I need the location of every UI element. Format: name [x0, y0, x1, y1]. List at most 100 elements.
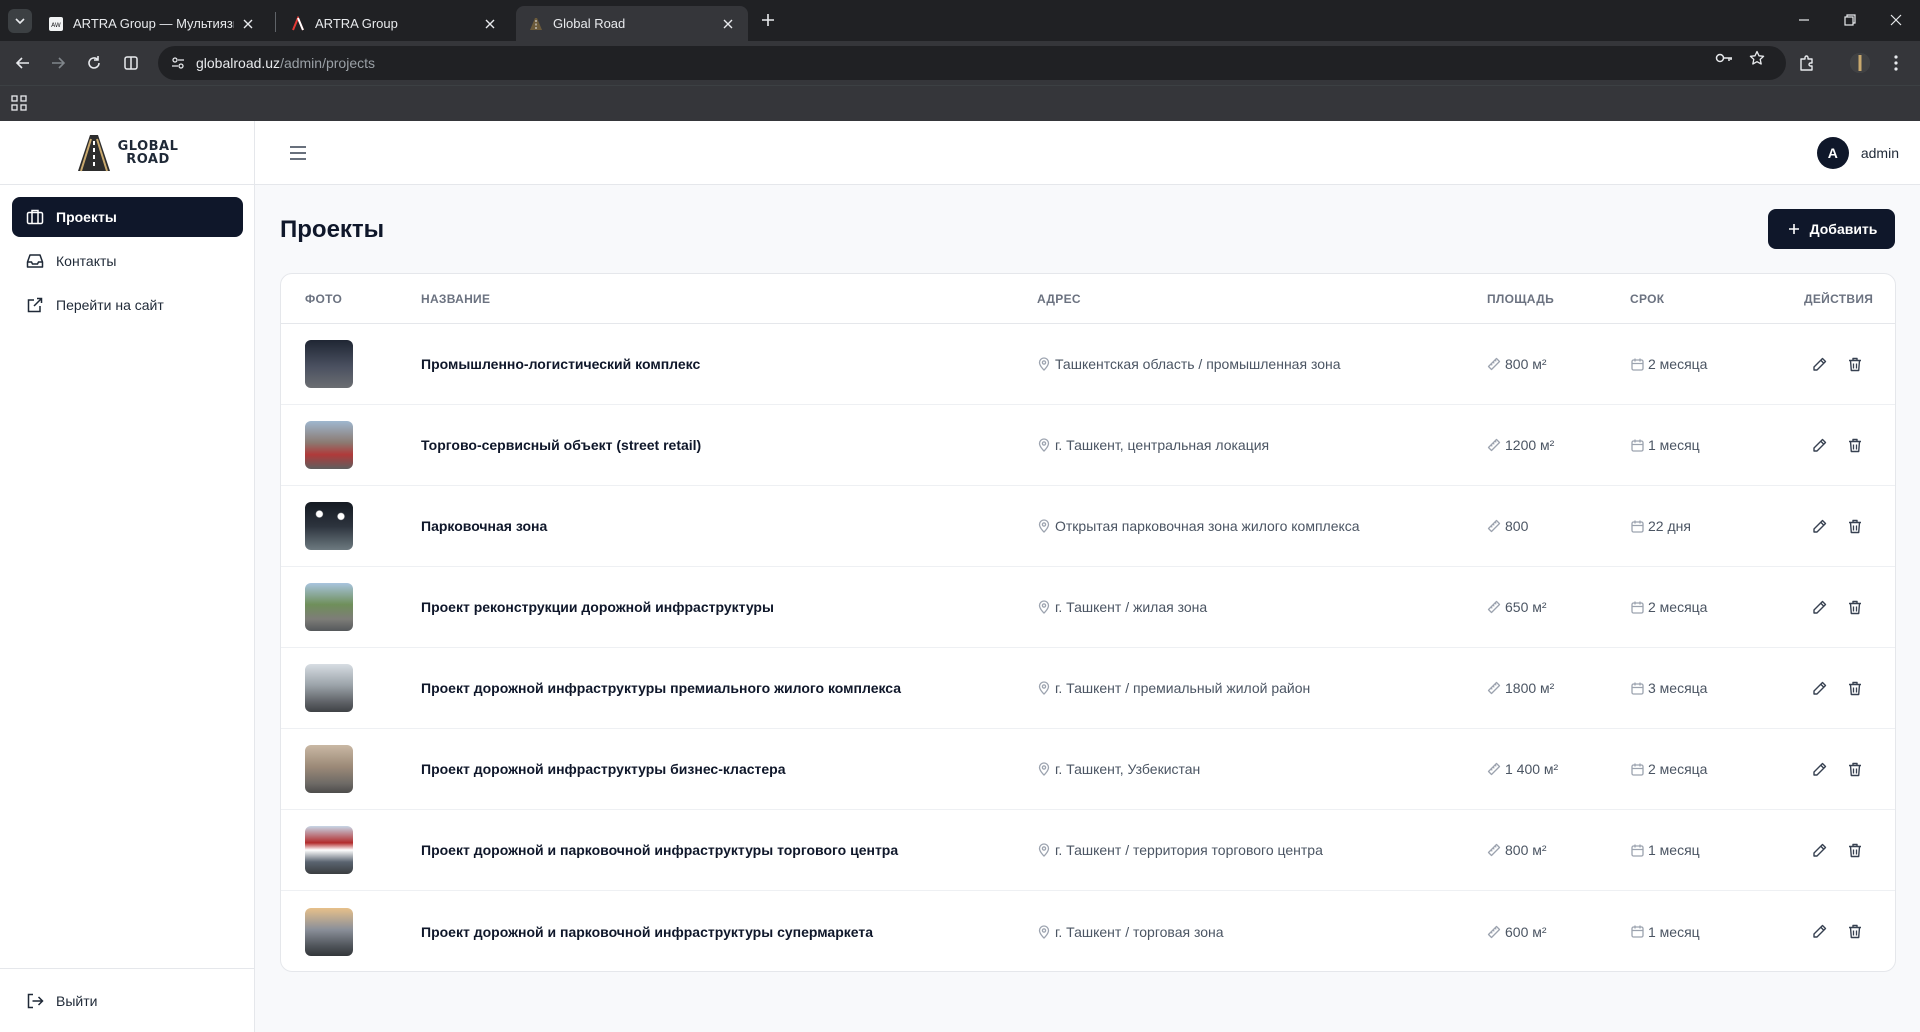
project-address: г. Ташкент, Узбекистан	[1055, 761, 1201, 777]
edit-icon[interactable]	[1808, 434, 1830, 456]
sidebar-footer: Выйти	[0, 968, 254, 1032]
sidebar-item-visit-site[interactable]: Перейти на сайт	[12, 285, 243, 325]
close-tab-icon[interactable]	[240, 16, 256, 32]
table-row: Промышленно-логистический комплекс Ташке…	[281, 324, 1895, 405]
project-name: Проект реконструкции дорожной инфраструк…	[421, 599, 774, 615]
edit-icon[interactable]	[1808, 758, 1830, 780]
password-key-icon[interactable]	[1714, 48, 1734, 68]
logo[interactable]: GLOBAL ROAD	[0, 121, 254, 185]
logout-icon	[25, 991, 45, 1011]
tab-title: Global Road	[553, 16, 626, 31]
address-cell: Открытая парковочная зона жилого комплек…	[1037, 486, 1360, 566]
profile-avatar-button[interactable]	[1846, 49, 1874, 77]
project-photo	[305, 907, 353, 956]
term-cell: 1 месяц	[1630, 810, 1700, 890]
browser-tab-artra[interactable]: ARTRA Group	[278, 6, 510, 41]
reload-button[interactable]	[80, 49, 108, 77]
photo-cell	[305, 567, 353, 647]
delete-icon[interactable]	[1844, 758, 1866, 780]
extensions-button[interactable]	[1793, 49, 1821, 77]
menu-toggle-button[interactable]	[287, 142, 309, 164]
term-cell: 1 месяц	[1630, 891, 1700, 971]
address-cell: г. Ташкент / жилая зона	[1037, 567, 1207, 647]
project-photo	[305, 583, 353, 631]
forward-button[interactable]	[44, 49, 72, 77]
term-cell: 2 месяца	[1630, 324, 1707, 404]
close-tab-icon[interactable]	[482, 16, 498, 32]
bookmark-star-icon[interactable]	[1747, 48, 1767, 68]
more-vertical-icon	[1894, 55, 1898, 71]
delete-icon[interactable]	[1844, 677, 1866, 699]
column-header-photo: ФОТО	[305, 292, 343, 306]
delete-icon[interactable]	[1844, 434, 1866, 456]
close-icon	[1890, 14, 1902, 26]
term-cell: 22 дня	[1630, 486, 1691, 566]
delete-icon[interactable]	[1844, 921, 1866, 943]
term-cell: 3 месяца	[1630, 648, 1707, 728]
back-button[interactable]	[9, 49, 37, 77]
project-address: г. Ташкент / территория торгового центра	[1055, 842, 1323, 858]
apps-grid-icon[interactable]	[11, 95, 27, 111]
tab-search-button[interactable]	[8, 9, 32, 33]
edit-icon[interactable]	[1808, 596, 1830, 618]
area-cell: 1 400 м²	[1487, 729, 1558, 809]
delete-icon[interactable]	[1844, 596, 1866, 618]
address-cell: г. Ташкент / торговая зона	[1037, 891, 1224, 971]
map-pin-icon	[1037, 681, 1051, 695]
calendar-icon	[1630, 519, 1644, 533]
ruler-icon	[1487, 762, 1501, 776]
table-row: Проект дорожной и парковочной инфраструк…	[281, 810, 1895, 891]
project-address: Открытая парковочная зона жилого комплек…	[1055, 518, 1360, 534]
site-info-icon[interactable]	[168, 53, 188, 73]
top-bar: A admin	[255, 121, 1920, 185]
hamburger-icon	[290, 146, 306, 160]
map-pin-icon	[1037, 357, 1051, 371]
map-pin-icon	[1037, 519, 1051, 533]
project-area: 1200 м²	[1505, 437, 1555, 453]
user-menu[interactable]: A admin	[1816, 137, 1899, 169]
add-project-button[interactable]: Добавить	[1768, 209, 1895, 249]
name-cell: Проект дорожной и парковочной инфраструк…	[421, 891, 873, 971]
delete-icon[interactable]	[1844, 839, 1866, 861]
close-tab-icon[interactable]	[720, 16, 736, 32]
name-cell: Проект дорожной инфраструктуры премиальн…	[421, 648, 901, 728]
sidebar-item-projects[interactable]: Проекты	[12, 197, 243, 237]
edit-icon[interactable]	[1808, 353, 1830, 375]
ruler-icon	[1487, 438, 1501, 452]
calendar-icon	[1630, 357, 1644, 371]
table-row: Торгово-сервисный объект (street retail)…	[281, 405, 1895, 486]
sidebar-item-contacts[interactable]: Контакты	[12, 241, 243, 281]
edit-icon[interactable]	[1808, 515, 1830, 537]
browser-menu-button[interactable]	[1882, 49, 1910, 77]
delete-icon[interactable]	[1844, 353, 1866, 375]
project-area: 800 м²	[1505, 842, 1547, 858]
edit-icon[interactable]	[1808, 921, 1830, 943]
minimize-window-button[interactable]	[1791, 8, 1817, 32]
project-term: 3 месяца	[1648, 680, 1708, 696]
address-cell: Ташкентская область / промышленная зона	[1037, 324, 1341, 404]
actions-cell	[1808, 810, 1866, 890]
logout-button[interactable]: Выйти	[12, 981, 243, 1021]
browser-tab-global-road[interactable]: Global Road	[516, 6, 748, 41]
restore-window-button[interactable]	[1837, 8, 1863, 32]
external-link-icon	[25, 295, 45, 315]
column-header-area: ПЛОЩАДЬ	[1487, 292, 1554, 306]
project-name: Проект дорожной инфраструктуры бизнес-кл…	[421, 761, 786, 777]
address-cell: г. Ташкент / премиальный жилой район	[1037, 648, 1310, 728]
project-term: 22 дня	[1648, 518, 1691, 534]
logout-label: Выйти	[56, 993, 98, 1009]
add-button-label: Добавить	[1809, 221, 1878, 237]
new-tab-button[interactable]	[757, 9, 779, 31]
browser-tab-strip: AW ARTRA Group — Мультиязычн ARTRA Group…	[0, 0, 1920, 41]
projects-table: ФОТО НАЗВАНИЕ АДРЕС ПЛОЩАДЬ СРОК ДЕЙСТВИ…	[280, 273, 1896, 972]
edit-icon[interactable]	[1808, 839, 1830, 861]
tab-title: ARTRA Group	[315, 16, 398, 31]
delete-icon[interactable]	[1844, 515, 1866, 537]
browser-tab-artra-multilang[interactable]: AW ARTRA Group — Мультиязычн	[36, 6, 268, 41]
address-bar[interactable]: globalroad.uz/admin/projects	[158, 46, 1786, 80]
split-view-button[interactable]	[117, 49, 145, 77]
close-window-button[interactable]	[1883, 8, 1909, 32]
photo-cell	[305, 324, 353, 404]
address-cell: г. Ташкент / территория торгового центра	[1037, 810, 1323, 890]
edit-icon[interactable]	[1808, 677, 1830, 699]
